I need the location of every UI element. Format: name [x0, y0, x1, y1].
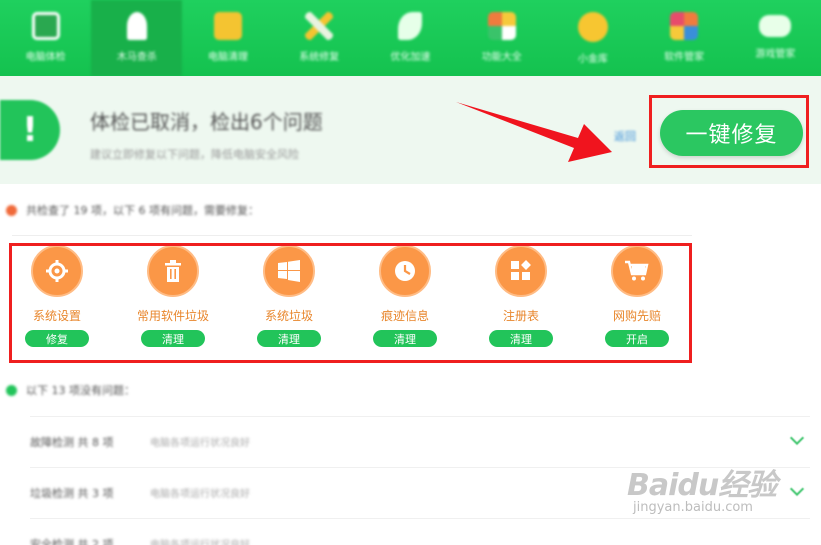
nav-item-games[interactable]: 游戏管家: [730, 0, 821, 76]
monitor-icon: [31, 12, 60, 40]
ok-summary-text: 以下 13 项没有问题：: [26, 384, 135, 397]
rocket-icon: [398, 12, 423, 40]
highlight-box-fix: [649, 95, 809, 168]
chevron-down-icon[interactable]: [789, 481, 805, 497]
green-dot-icon: [6, 384, 17, 396]
ok-row[interactable]: 故障检测 共 8 项 电脑各项运行状况良好: [30, 416, 810, 466]
horse-icon: [126, 12, 147, 40]
return-link[interactable]: 返回: [614, 128, 636, 144]
status-subtitle: 建议立即修复以下问题，降低电脑安全风险: [90, 148, 299, 161]
app-store-icon: [670, 12, 699, 40]
tools-icon: [305, 12, 334, 40]
nav-label: 系统修复: [299, 52, 340, 63]
ok-row-desc: 电脑各项运行状况良好: [150, 438, 250, 449]
ok-row-title: 故障检测 共 8 项: [30, 435, 114, 449]
gamepad-icon: [759, 15, 792, 37]
ok-row[interactable]: 安全检测 共 2 项 电脑各项运行状况良好: [30, 518, 810, 545]
red-dot-icon: [6, 204, 17, 216]
grid-icon: [487, 12, 516, 40]
highlight-box-problems: [9, 243, 692, 363]
nav-label: 小金库: [577, 54, 608, 65]
nav-item-repair[interactable]: 系统修复: [274, 0, 365, 76]
nav-item-checkup[interactable]: 电脑体检: [0, 0, 91, 76]
watermark-main: Baidu经验: [627, 468, 777, 503]
warning-icon: !: [0, 100, 60, 160]
problems-summary: 共检查了 19 项，以下 6 项有问题，需要修复：: [6, 202, 259, 218]
baidu-watermark: Baidu经验 jingyan.baidu.com: [627, 460, 777, 515]
nav-label: 游戏管家: [755, 49, 796, 60]
broom-icon: [214, 12, 243, 40]
chevron-down-icon[interactable]: [789, 430, 805, 446]
problems-summary-text: 共检查了 19 项，以下 6 项有问题，需要修复：: [26, 204, 259, 217]
nav-label: 电脑体检: [25, 52, 66, 63]
nav-label: 优化加速: [390, 52, 431, 63]
main-toolbar: 电脑体检 木马查杀 电脑清理 系统修复 优化加速 功能大全 小金库 软件管家 游…: [0, 0, 821, 76]
ok-row-desc: 电脑各项运行状况良好: [150, 536, 250, 545]
divider: [12, 235, 692, 236]
nav-label: 功能大全: [481, 52, 522, 63]
nav-item-vault[interactable]: 小金库: [547, 0, 638, 76]
nav-item-cleanup[interactable]: 电脑清理: [182, 0, 273, 76]
status-title: 体检已取消，检出6个问题: [90, 110, 323, 134]
nav-label: 电脑清理: [208, 52, 249, 63]
ok-row-desc: 电脑各项运行状况良好: [150, 489, 250, 500]
nav-item-software[interactable]: 软件管家: [639, 0, 730, 76]
ok-row-title: 垃圾检测 共 3 项: [30, 486, 114, 500]
nav-item-speedup[interactable]: 优化加速: [365, 0, 456, 76]
nav-label: 木马查杀: [116, 52, 157, 63]
ok-summary: 以下 13 项没有问题：: [6, 382, 135, 398]
nav-label: 软件管家: [664, 52, 705, 63]
nav-item-trojan[interactable]: 木马查杀: [91, 0, 183, 76]
ok-row-title: 安全检测 共 2 项: [30, 537, 114, 545]
coin-icon: [577, 12, 608, 42]
nav-item-features[interactable]: 功能大全: [456, 0, 547, 76]
